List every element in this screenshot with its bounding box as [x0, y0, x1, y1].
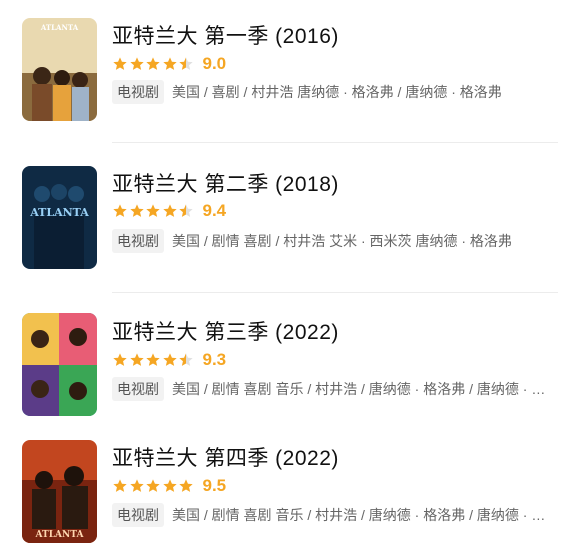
- poster-image[interactable]: ATLANTA: [22, 440, 97, 543]
- meta-row: 电视剧 美国 / 剧情 喜剧 音乐 / 村井浩 / 唐纳德 · 格洛弗 / 唐纳…: [112, 503, 552, 527]
- star-icon: [129, 204, 144, 217]
- star-icon: [179, 479, 193, 492]
- star-icon: [129, 57, 144, 70]
- item-meta: 美国 / 喜剧 / 村井浩 唐纳德 · 格洛弗 / 唐纳德 · 格洛弗: [172, 84, 502, 100]
- divider: [112, 292, 558, 293]
- type-tag: 电视剧: [112, 503, 164, 527]
- item-title[interactable]: 亚特兰大 第二季 (2018): [112, 168, 339, 198]
- rating-row: 9.4: [112, 201, 226, 221]
- star-icon: [162, 204, 177, 217]
- half-star-icon: [179, 204, 193, 217]
- star-icon: [113, 204, 127, 217]
- star-icon: [162, 57, 177, 70]
- star-rating: [112, 56, 195, 72]
- star-icon: [146, 57, 160, 70]
- star-rating: [112, 478, 195, 494]
- rating-score: 9.3: [202, 350, 227, 369]
- star-icon: [129, 353, 144, 366]
- rating-score: 9.4: [202, 201, 227, 220]
- star-rating: [112, 352, 195, 368]
- half-star-icon: [179, 57, 193, 70]
- half-star-icon: [179, 353, 193, 366]
- item-title[interactable]: 亚特兰大 第一季 (2016): [112, 20, 339, 50]
- meta-row: 电视剧 美国 / 剧情 喜剧 音乐 / 村井浩 / 唐纳德 · 格洛弗 / 唐纳…: [112, 377, 552, 401]
- item-title[interactable]: 亚特兰大 第三季 (2022): [112, 316, 339, 346]
- poster-image[interactable]: [22, 313, 97, 416]
- star-rating: [112, 203, 195, 219]
- star-icon: [146, 353, 160, 366]
- type-tag: 电视剧: [112, 80, 164, 104]
- type-tag: 电视剧: [112, 229, 164, 253]
- divider: [112, 142, 558, 143]
- poster-art: [22, 313, 97, 416]
- rating-row: 9.3: [112, 350, 226, 370]
- item-meta: 美国 / 剧情 喜剧 / 村井浩 艾米 · 西米茨 唐纳德 · 格洛弗: [172, 233, 512, 249]
- meta-row: 电视剧 美国 / 喜剧 / 村井浩 唐纳德 · 格洛弗 / 唐纳德 · 格洛弗: [112, 80, 552, 104]
- item-meta: 美国 / 剧情 喜剧 音乐 / 村井浩 / 唐纳德 · 格洛弗 / 唐纳德 · …: [172, 507, 552, 523]
- star-icon: [162, 353, 177, 366]
- poster-art: ATLANTA: [22, 440, 97, 543]
- rating-score: 9.0: [202, 54, 227, 73]
- star-icon: [113, 57, 127, 70]
- item-meta: 美国 / 剧情 喜剧 音乐 / 村井浩 / 唐纳德 · 格洛弗 / 唐纳德 · …: [172, 381, 552, 397]
- poster-title: ATLANTA: [35, 530, 85, 540]
- poster-title: ATLANTA: [29, 206, 89, 219]
- poster-title: ATLANTA: [40, 23, 79, 32]
- rating-row: 9.5: [112, 476, 226, 496]
- poster-art: ATLANTA: [22, 18, 97, 121]
- poster-image[interactable]: ATLANTA: [22, 166, 97, 269]
- item-title[interactable]: 亚特兰大 第四季 (2022): [112, 442, 339, 472]
- star-icon: [162, 479, 177, 492]
- rating-row: 9.0: [112, 54, 226, 74]
- poster-art: ATLANTA: [22, 166, 97, 269]
- meta-row: 电视剧 美国 / 剧情 喜剧 / 村井浩 艾米 · 西米茨 唐纳德 · 格洛弗: [112, 229, 552, 253]
- star-icon: [146, 479, 160, 492]
- star-icon: [146, 204, 160, 217]
- star-icon: [113, 479, 127, 492]
- poster-image[interactable]: ATLANTA: [22, 18, 97, 121]
- rating-score: 9.5: [202, 476, 227, 495]
- star-icon: [129, 479, 144, 492]
- type-tag: 电视剧: [112, 377, 164, 401]
- star-icon: [113, 353, 127, 366]
